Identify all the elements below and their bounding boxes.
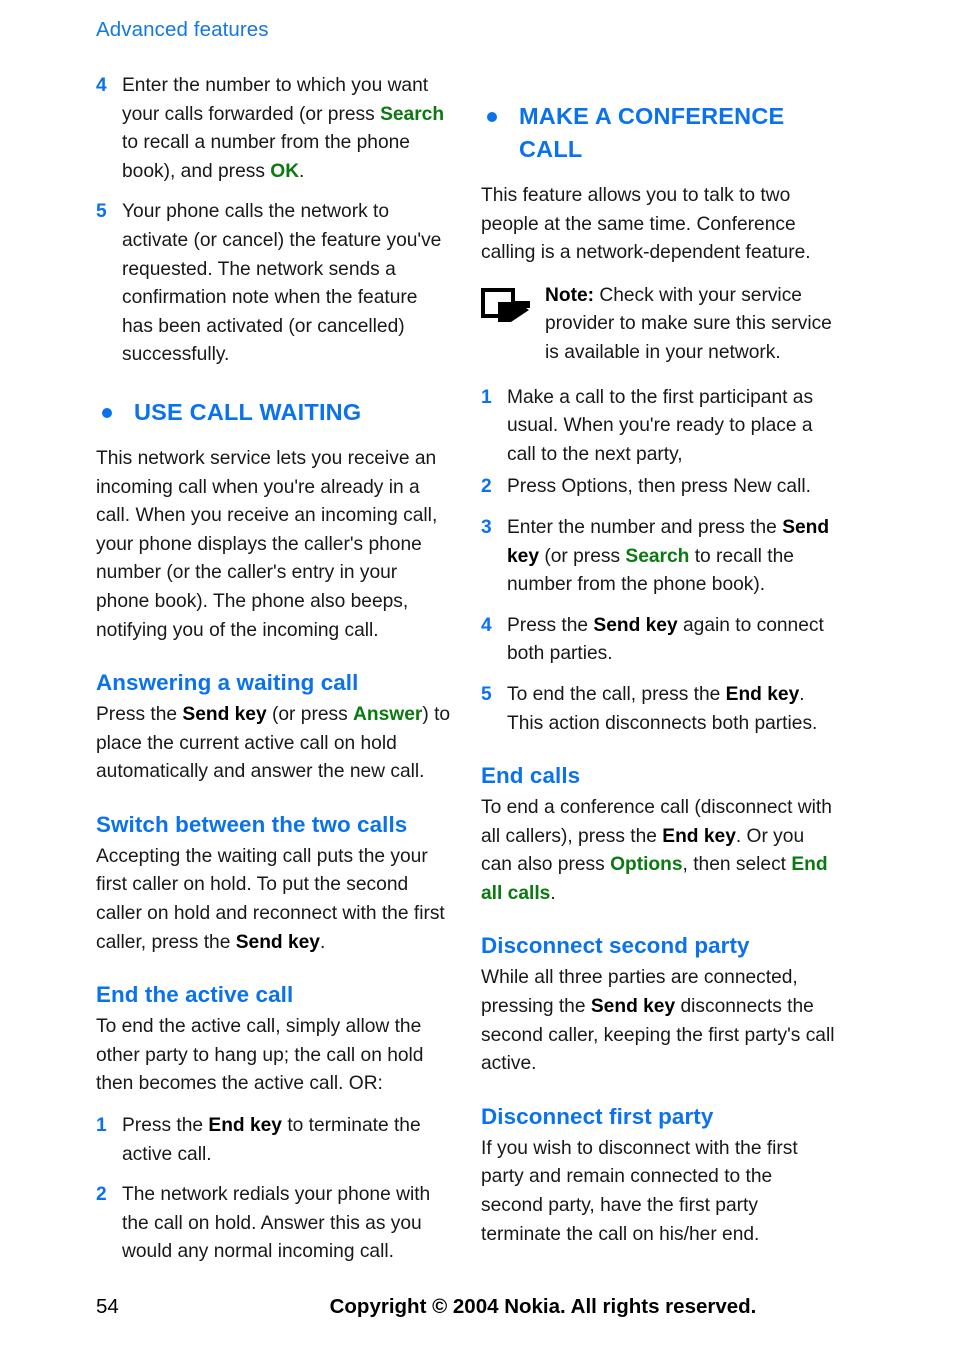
two-column-layout: 4 Enter the number to which you want your… (96, 72, 880, 1279)
section-heading-label: USE CALL WAITING (134, 398, 362, 425)
text-run: Make a call to the first participant as … (507, 386, 814, 465)
numbered-step: 2 The network redials your phone with the… (96, 1181, 451, 1267)
text-run: . (319, 931, 326, 953)
step-text: Press the End key to terminate the activ… (122, 1112, 451, 1169)
step-number: 3 (481, 516, 492, 538)
note-arrow-icon (481, 282, 545, 333)
end-the-active-call-body: To end the active call, simply allow the… (96, 1013, 451, 1099)
text-run: The network redials your phone with the … (122, 1184, 431, 1263)
emphasis-bold: End key (208, 1115, 282, 1137)
step-text: Enter the number to which you want your … (122, 72, 451, 186)
step-number: 2 (96, 1184, 107, 1206)
numbered-step: 1 Make a call to the first participant as… (481, 384, 836, 470)
note-text: Note: Check with your service provider t… (545, 282, 836, 368)
softkey-label: OK (270, 160, 300, 182)
emphasis-bold: End key (725, 683, 800, 705)
bullet-dot-icon (487, 112, 497, 122)
text-run: Press the (96, 704, 183, 726)
step-number: 5 (481, 683, 492, 705)
numbered-step: 4 Enter the number to which you want your… (96, 72, 451, 186)
step-number: 5 (96, 201, 107, 223)
subheading-end-calls: End calls (481, 763, 581, 789)
end-active-call-steps: 1 Press the End key to terminate the acti… (96, 1112, 451, 1267)
text-run: (or press (266, 704, 354, 726)
text-run: . (299, 160, 305, 182)
conference-call-steps: 1 Make a call to the first participant as… (481, 384, 836, 739)
step-text: Enter the number and press the Send key … (507, 514, 836, 600)
text-run: Your phone calls the network to activate… (122, 201, 442, 366)
subheading-end-the-active-call: End the active call (96, 982, 294, 1008)
step-text: Make a call to the first participant as … (507, 384, 836, 470)
text-run: Press the (507, 614, 594, 636)
copyright-notice: Copyright © 2004 Nokia. All rights reser… (329, 1295, 757, 1318)
switch-between-the-two-calls-body: Accepting the waiting call puts the your… (96, 843, 451, 957)
text-run: , then select (682, 854, 792, 876)
text-run: Press Options, then press New call. (507, 476, 811, 498)
running-head: Advanced features (96, 18, 269, 41)
step-number: 2 (481, 476, 492, 498)
numbered-step: 4 Press the Send key again to connect bot… (481, 612, 836, 669)
subheading-disconnect-first-party: Disconnect first party (481, 1103, 714, 1129)
subheading-answering-a-waiting-call: Answering a waiting call (96, 670, 359, 696)
softkey-label: Search (625, 545, 690, 567)
step-text: Press the Send key again to connect both… (507, 612, 836, 669)
numbered-step: 5 To end the call, press the End key. Thi… (481, 681, 836, 738)
text-run: To end the active call, simply allow the… (96, 1016, 424, 1095)
bullet-dot-icon (102, 407, 112, 418)
softkey-label: Options (610, 854, 683, 876)
text-run: Press the (122, 1115, 209, 1137)
manual-page: Advanced features 4 Enter the number to w… (0, 0, 954, 1353)
use-call-waiting-intro: This network service lets you receive an… (96, 447, 438, 641)
text-run: (or press (539, 545, 626, 567)
conference-call-intro: This feature allows you to talk to two p… (481, 185, 811, 264)
note-callout: Note: Check with your service provider t… (481, 282, 836, 368)
step-number: 1 (96, 1115, 107, 1137)
text-run: To end the call, press the (507, 683, 726, 705)
note-label: Note: (545, 284, 595, 306)
softkey-label: Search (380, 103, 445, 125)
section-heading-use-call-waiting: USE CALL WAITING (96, 396, 451, 429)
disconnect-first-party-body: If you wish to disconnect with the first… (481, 1135, 836, 1249)
answering-a-waiting-call-body: Press the Send key (or press Answer) to … (96, 701, 451, 787)
left-column: 4 Enter the number to which you want your… (96, 72, 451, 1279)
emphasis-bold: Send key (182, 704, 267, 726)
text-run: to recall a number from the phone book),… (122, 132, 410, 182)
step-text: The network redials your phone with the … (122, 1181, 451, 1267)
step-number: 1 (481, 386, 492, 408)
emphasis-bold: End key (662, 825, 736, 847)
step-text: Press Options, then press New call. (507, 473, 836, 502)
step-number: 4 (481, 614, 492, 636)
step-text: Your phone calls the network to activate… (122, 198, 451, 370)
disconnect-second-party-body: While all three parties are connected, p… (481, 964, 836, 1078)
numbered-step: 1 Press the End key to terminate the acti… (96, 1112, 451, 1169)
emphasis-bold: Send key (235, 931, 320, 953)
call-forwarding-steps: 4 Enter the number to which you want your… (96, 72, 451, 370)
numbered-step: 3 Enter the number and press the Send key… (481, 514, 836, 600)
emphasis-bold: Send key (593, 614, 678, 636)
text-run: . (550, 882, 556, 904)
section-heading-make-a-conference-call: MAKE A CONFERENCE CALL (481, 100, 836, 166)
subheading-disconnect-second-party: Disconnect second party (481, 933, 750, 959)
page-footer: 54 Copyright © 2004 Nokia. All rights re… (96, 1295, 880, 1325)
section-heading-label: MAKE A CONFERENCE CALL (519, 103, 785, 162)
numbered-step: 5 Your phone calls the network to activat… (96, 198, 451, 370)
softkey-label: Answer (353, 704, 423, 726)
text-run: If you wish to disconnect with the first… (481, 1137, 798, 1245)
numbered-step: 2 Press Options, then press New call. (481, 473, 836, 502)
step-number: 4 (96, 75, 107, 96)
end-calls-body: To end a conference call (disconnect wit… (481, 794, 836, 908)
text-run: Enter the number and press the (507, 516, 783, 538)
subheading-switch-between-the-two-calls: Switch between the two calls (96, 811, 408, 837)
step-text: To end the call, press the End key. This… (507, 681, 836, 738)
emphasis-bold: Send key (590, 996, 676, 1018)
right-column: MAKE A CONFERENCE CALL This feature allo… (481, 72, 836, 1262)
